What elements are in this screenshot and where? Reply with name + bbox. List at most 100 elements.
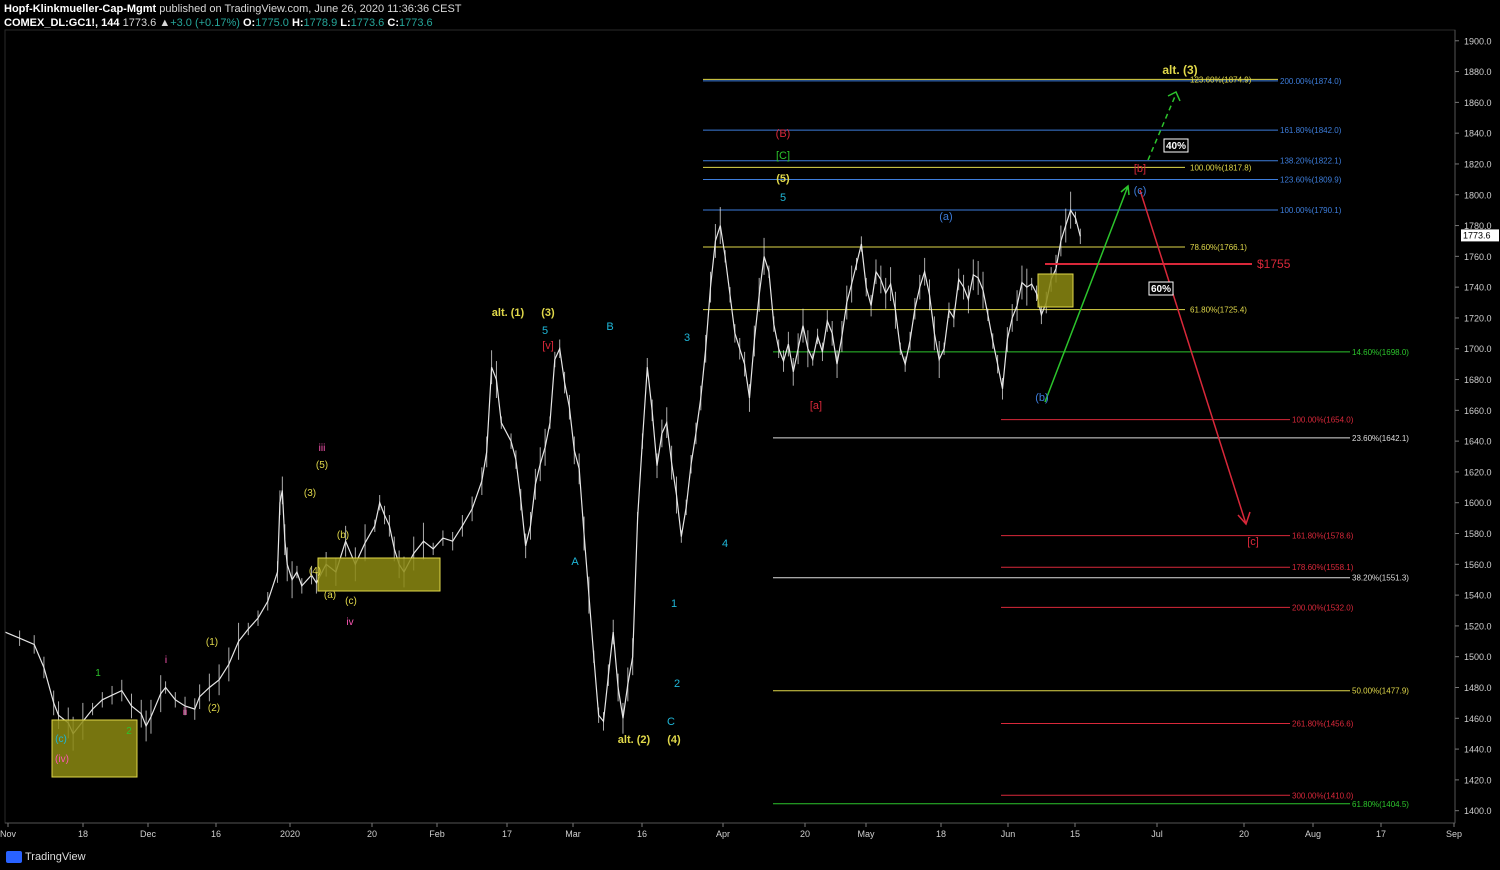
wave-label: (4) xyxy=(309,566,321,577)
y-tick-label: 1400.0 xyxy=(1464,806,1492,816)
x-tick-label: 16 xyxy=(637,829,647,839)
y-tick-label: 1700.0 xyxy=(1464,344,1492,354)
y-tick-label: 1760.0 xyxy=(1464,252,1492,262)
x-tick-label: 17 xyxy=(1376,829,1386,839)
probability-60-label: 60% xyxy=(1151,284,1171,295)
x-tick-label: 20 xyxy=(800,829,810,839)
y-tick-label: 1820.0 xyxy=(1464,159,1492,169)
y-tick-label: 1500.0 xyxy=(1464,652,1492,662)
fib-level-label: 23.60%(1642.1) xyxy=(1352,434,1409,443)
x-tick-label: May xyxy=(857,829,875,839)
wave-label: (c) xyxy=(345,596,357,607)
wave-label: 2 xyxy=(674,678,680,690)
fib-level-label: 38.20%(1551.3) xyxy=(1352,574,1409,583)
red-projection-arrow xyxy=(1139,189,1247,525)
y-tick-label: 1620.0 xyxy=(1464,467,1492,477)
y-tick-label: 1580.0 xyxy=(1464,529,1492,539)
fib-level-label: 100.00%(1817.8) xyxy=(1190,163,1252,172)
wave-label: 2 xyxy=(126,726,132,737)
x-tick-label: Mar xyxy=(565,829,581,839)
footer-bar: TradingView xyxy=(0,846,1500,870)
wave-label: alt. (2) xyxy=(618,734,651,746)
y-tick-label: 1860.0 xyxy=(1464,98,1492,108)
fib-level-label: 138.20%(1822.1) xyxy=(1280,157,1342,166)
wave-label: [c] xyxy=(1247,536,1259,548)
fib-level-label: 200.00%(1532.0) xyxy=(1292,603,1354,612)
price-chart[interactable]: 200.00%(1874.0) 123.60%(1874.9) 161.80%(18… xyxy=(0,0,1500,846)
y-tick-label: 1680.0 xyxy=(1464,375,1492,385)
fib-level-label: 200.00%(1874.0) xyxy=(1280,77,1342,86)
fib-level-label: 78.60%(1766.1) xyxy=(1190,243,1247,252)
y-tick-label: 1720.0 xyxy=(1464,313,1492,323)
fib-level-label: 123.60%(1874.9) xyxy=(1190,75,1252,84)
wave-label: (2) xyxy=(208,703,220,714)
x-tick-label: 15 xyxy=(1070,829,1080,839)
wave-label: (1) xyxy=(206,637,218,648)
y-tick-label: 1480.0 xyxy=(1464,683,1492,693)
wave-label: (5) xyxy=(776,173,790,185)
y-tick-label: 1420.0 xyxy=(1464,775,1492,785)
fib-level-label: 178.60%(1558.1) xyxy=(1292,563,1354,572)
wave-label: (B) xyxy=(776,128,791,140)
y-tick-label: 1640.0 xyxy=(1464,437,1492,447)
x-tick-label: Feb xyxy=(429,829,445,839)
wave-label: [v] xyxy=(542,340,554,352)
wave-label: alt. (1) xyxy=(492,307,525,319)
wave-label: (b) xyxy=(1035,392,1048,404)
wave-label: (3) xyxy=(304,488,316,499)
fib-level-label: 100.00%(1790.1) xyxy=(1280,206,1342,215)
wave-label: A xyxy=(571,556,579,568)
wave-label: 4 xyxy=(722,538,728,550)
fib-level-label: 261.80%(1456.6) xyxy=(1292,720,1354,729)
wave-label: B xyxy=(606,321,613,333)
wave-label: 1 xyxy=(671,598,677,610)
wave-label: (c) xyxy=(1134,185,1147,197)
x-tick-label: Aug xyxy=(1305,829,1321,839)
x-tick-label: 20 xyxy=(367,829,377,839)
y-tick-label: 1900.0 xyxy=(1464,36,1492,46)
wave-label: 1 xyxy=(95,668,101,679)
y-tick-label: 1540.0 xyxy=(1464,591,1492,601)
x-tick-label: 20 xyxy=(1239,829,1249,839)
wave-label: 5 xyxy=(780,192,786,204)
x-tick-label: 18 xyxy=(936,829,946,839)
x-tick-label: Dec xyxy=(140,829,157,839)
key-level-1755-label: $1755 xyxy=(1257,257,1291,271)
fib-level-label: 14.60%(1698.0) xyxy=(1352,348,1409,357)
x-tick-label: 17 xyxy=(502,829,512,839)
probability-40-label: 40% xyxy=(1166,141,1186,152)
x-tick-label: 18 xyxy=(78,829,88,839)
x-tick-label: 16 xyxy=(211,829,221,839)
wave-label: (c) xyxy=(55,734,67,745)
support-zone-box xyxy=(317,557,441,592)
wave-label: [a] xyxy=(810,400,822,412)
fib-level-label: 161.80%(1842.0) xyxy=(1280,126,1342,135)
fib-level-label: 300.00%(1410.0) xyxy=(1292,791,1354,800)
fib-level-label: 61.80%(1404.5) xyxy=(1352,800,1409,809)
plot-frame xyxy=(4,29,1456,824)
wave-label: (4) xyxy=(667,734,681,746)
y-tick-label: 1440.0 xyxy=(1464,745,1492,755)
wave-label: iv xyxy=(346,617,353,628)
x-tick-label: Sep xyxy=(1446,829,1462,839)
support-zone-box xyxy=(51,719,138,778)
y-tick-label: 1560.0 xyxy=(1464,560,1492,570)
wave-label: ii xyxy=(183,707,187,718)
wave-label: (a) xyxy=(324,590,336,601)
brand-name[interactable]: TradingView xyxy=(25,851,86,863)
fib-level-label: 50.00%(1477.9) xyxy=(1352,687,1409,696)
y-tick-label: 1880.0 xyxy=(1464,67,1492,77)
wave-label: (b) xyxy=(337,530,349,541)
x-tick-label: 2020 xyxy=(280,829,300,839)
y-tick-label: 1740.0 xyxy=(1464,283,1492,293)
x-tick-label: Apr xyxy=(716,829,730,839)
fib-level-label: 123.60%(1809.9) xyxy=(1280,176,1342,185)
wave-label: i xyxy=(165,655,167,666)
fib-level-label: 100.00%(1654.0) xyxy=(1292,416,1354,425)
y-tick-label: 1840.0 xyxy=(1464,129,1492,139)
tradingview-logo-icon xyxy=(6,851,22,863)
wave-label: iii xyxy=(319,443,326,454)
wave-label: 3 xyxy=(684,332,690,344)
wave-label: (5) xyxy=(316,460,328,471)
wave-label: (a) xyxy=(939,211,952,223)
